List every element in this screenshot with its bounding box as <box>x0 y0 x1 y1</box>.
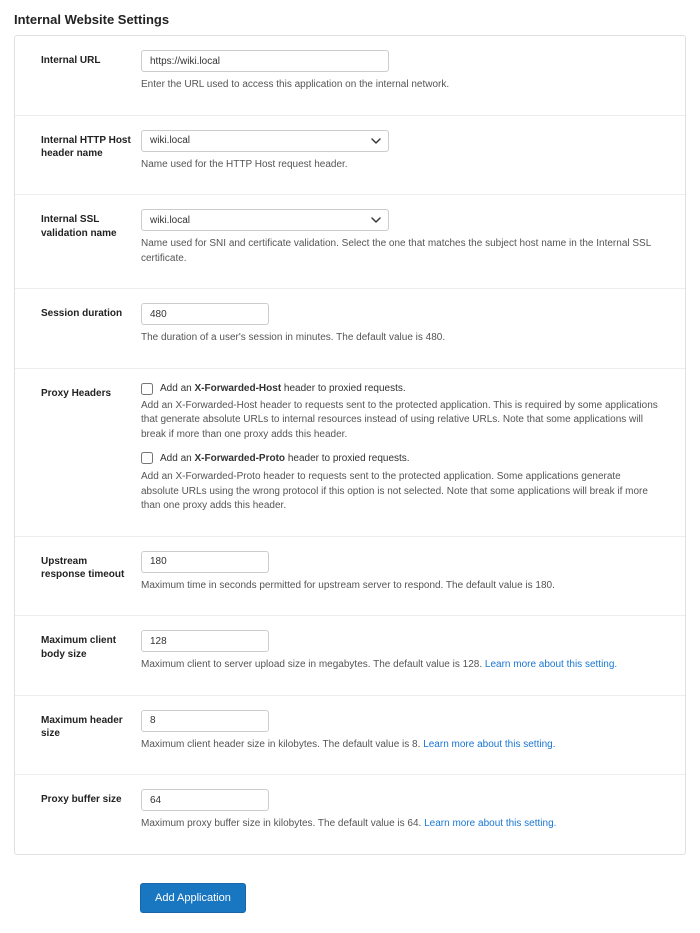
field-session-duration: Session duration The duration of a user'… <box>15 289 685 369</box>
upstream-timeout-input[interactable] <box>141 551 269 573</box>
field-proxy-buffer: Proxy buffer size Maximum proxy buffer s… <box>15 775 685 854</box>
label-proxy-buffer: Proxy buffer size <box>41 789 141 807</box>
label-ssl-validation: Internal SSL validation name <box>41 209 141 240</box>
help-max-client-body: Maximum client to server upload size in … <box>141 658 659 673</box>
field-max-client-body: Maximum client body size Maximum client … <box>15 616 685 696</box>
field-internal-url: Internal URL Enter the URL used to acces… <box>15 36 685 116</box>
session-duration-input[interactable] <box>141 303 269 325</box>
help-ssl-validation: Name used for SNI and certificate valida… <box>141 237 659 266</box>
help-max-header: Maximum client header size in kilobytes.… <box>141 738 659 753</box>
http-host-select[interactable]: wiki.local <box>141 130 389 152</box>
max-header-input[interactable] <box>141 710 269 732</box>
settings-panel: Internal URL Enter the URL used to acces… <box>14 35 686 855</box>
help-x-forwarded-proto: Add an X-Forwarded-Proto header to reque… <box>141 470 659 514</box>
learn-more-client-body-link[interactable]: Learn more about this setting. <box>485 659 617 670</box>
label-upstream-timeout: Upstream response timeout <box>41 551 141 582</box>
label-internal-url: Internal URL <box>41 50 141 68</box>
x-forwarded-host-label: Add an X-Forwarded-Host header to proxie… <box>160 383 406 394</box>
field-upstream-timeout: Upstream response timeout Maximum time i… <box>15 537 685 617</box>
ssl-validation-select[interactable]: wiki.local <box>141 209 389 231</box>
x-forwarded-proto-label: Add an X-Forwarded-Proto header to proxi… <box>160 453 410 464</box>
label-proxy-headers: Proxy Headers <box>41 383 141 401</box>
proxy-buffer-input[interactable] <box>141 789 269 811</box>
field-http-host: Internal HTTP Host header name wiki.loca… <box>15 116 685 196</box>
learn-more-proxy-buffer-link[interactable]: Learn more about this setting. <box>424 818 556 829</box>
label-max-header: Maximum header size <box>41 710 141 741</box>
submit-row: Add Application <box>140 883 686 913</box>
help-proxy-buffer: Maximum proxy buffer size in kilobytes. … <box>141 817 659 832</box>
add-application-button[interactable]: Add Application <box>140 883 246 913</box>
field-proxy-headers: Proxy Headers Add an X-Forwarded-Host he… <box>15 369 685 537</box>
label-session-duration: Session duration <box>41 303 141 321</box>
help-internal-url: Enter the URL used to access this applic… <box>141 78 659 93</box>
label-max-client-body: Maximum client body size <box>41 630 141 661</box>
x-forwarded-proto-option[interactable]: Add an X-Forwarded-Proto header to proxi… <box>141 452 659 464</box>
label-http-host: Internal HTTP Host header name <box>41 130 141 161</box>
learn-more-header-link[interactable]: Learn more about this setting. <box>423 739 555 750</box>
field-max-header: Maximum header size Maximum client heade… <box>15 696 685 776</box>
x-forwarded-host-checkbox[interactable] <box>141 383 153 395</box>
help-http-host: Name used for the HTTP Host request head… <box>141 158 659 173</box>
internal-url-input[interactable] <box>141 50 389 72</box>
max-client-body-input[interactable] <box>141 630 269 652</box>
help-session-duration: The duration of a user's session in minu… <box>141 331 659 346</box>
x-forwarded-proto-checkbox[interactable] <box>141 452 153 464</box>
page-title: Internal Website Settings <box>14 12 686 27</box>
x-forwarded-host-option[interactable]: Add an X-Forwarded-Host header to proxie… <box>141 383 659 395</box>
help-upstream-timeout: Maximum time in seconds permitted for up… <box>141 579 659 594</box>
field-ssl-validation: Internal SSL validation name wiki.local … <box>15 195 685 289</box>
help-x-forwarded-host: Add an X-Forwarded-Host header to reques… <box>141 399 659 443</box>
